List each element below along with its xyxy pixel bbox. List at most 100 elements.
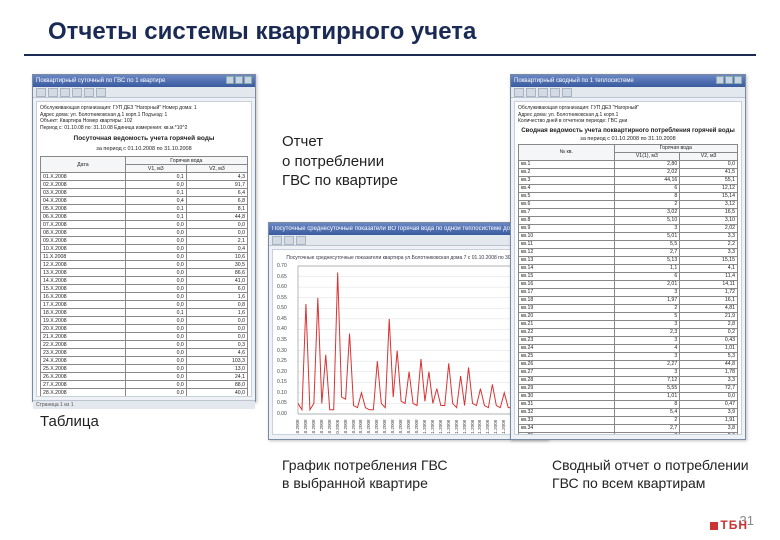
- tool-icon[interactable]: [48, 88, 58, 97]
- table-row: кв.301,010,0: [519, 392, 738, 400]
- table-row: 16.X.20080,01,6: [41, 293, 248, 301]
- table-row: кв.5815,14: [519, 192, 738, 200]
- y-tick-label: 0.30: [277, 348, 287, 354]
- table-row: кв.3532,0: [519, 432, 738, 435]
- window-title: Посуточные среднесуточные показатели ВО …: [272, 226, 525, 232]
- toolbar: [269, 235, 547, 246]
- col-v1: V1, м3: [125, 165, 186, 173]
- tool-icon[interactable]: [538, 88, 548, 97]
- min-icon[interactable]: [226, 76, 234, 84]
- tool-icon[interactable]: [84, 88, 94, 97]
- window-buttons: [225, 76, 252, 86]
- x-tick-label: 03.10.2008: [303, 414, 308, 435]
- x-tick-label: 21.10.2008: [374, 414, 379, 435]
- table-row: кв.1924,81: [519, 304, 738, 312]
- y-tick-label: 0.50: [277, 305, 287, 311]
- table-row: кв.3321,91: [519, 416, 738, 424]
- table-row: 19.X.20080,00,0: [41, 317, 248, 325]
- x-tick-label: 05.10.2008: [311, 414, 316, 435]
- table-row: 17.X.20080,00,8: [41, 301, 248, 309]
- table-row: 02.X.20080,091,7: [41, 181, 248, 189]
- y-tick-label: 0.60: [277, 284, 287, 290]
- toolbar: [511, 87, 745, 98]
- table-row: 13.X.20080,086,6: [41, 269, 248, 277]
- x-tick-label: 27.10.2008: [398, 414, 403, 435]
- max-icon[interactable]: [725, 76, 733, 84]
- col-v2: V2, м3: [186, 165, 247, 173]
- y-tick-label: 0.05: [277, 400, 287, 406]
- table-row: 15.X.20080,06,0: [41, 285, 248, 293]
- summary-table: № кв.Горячая вода V1(1), м3V2, м3 кв.12,…: [518, 144, 738, 436]
- table-row: 28.X.20080,040,0: [41, 389, 248, 397]
- window-apartment-report: Поквартирный суточный по ГВС по 1 кварти…: [32, 74, 256, 402]
- tool-icon[interactable]: [284, 236, 294, 245]
- table-row: кв.181,9716,1: [519, 296, 738, 304]
- tool-icon[interactable]: [72, 88, 82, 97]
- col-v1: V1(1), м3: [614, 152, 680, 160]
- table-row: 09.X.20080,02,1: [41, 237, 248, 245]
- titlebar: Поквартирный суточный по ГВС по 1 кварти…: [33, 75, 255, 87]
- table-row: кв.342,73,8: [519, 424, 738, 432]
- col-date: Дата: [41, 157, 126, 173]
- report-period: за период с 01.10.2008 по 31.10.2008: [40, 146, 248, 152]
- tool-icon[interactable]: [272, 236, 282, 245]
- y-tick-label: 0.15: [277, 379, 287, 385]
- table-row: кв.2535,3: [519, 352, 738, 360]
- window-buttons: [715, 76, 742, 86]
- table-row: 10.X.20080,00,4: [41, 245, 248, 253]
- x-tick-label: 12.11.2008: [462, 414, 467, 435]
- table-row: кв.73,0216,5: [519, 208, 738, 216]
- table-row: кв.162,0114,11: [519, 280, 738, 288]
- table-row: кв.932,02: [519, 224, 738, 232]
- table-row: 08.X.20080,00,0: [41, 229, 248, 237]
- table-row: 07.X.20080,00,0: [41, 221, 248, 229]
- tool-icon[interactable]: [60, 88, 70, 97]
- tool-icon[interactable]: [514, 88, 524, 97]
- min-icon[interactable]: [716, 76, 724, 84]
- annot-report: Отчет о потреблении ГВС по квартире: [282, 132, 398, 191]
- table-row: 12.X.20080,030,5: [41, 261, 248, 269]
- chart-area: 0.000.050.100.150.200.250.300.350.400.45…: [276, 264, 540, 435]
- report-body: Обслуживающая организация: ГУП ДЕЗ "Наго…: [514, 101, 742, 435]
- tool-icon[interactable]: [296, 236, 306, 245]
- table-row: 11.X.20080,010,6: [41, 253, 248, 261]
- x-tick-label: 31.10.2008: [414, 414, 419, 435]
- window-title: Поквартирный суточный по ГВС по 1 кварти…: [36, 78, 165, 84]
- table-row: 22.X.20080,00,3: [41, 341, 248, 349]
- x-tick-label: 07.10.2008: [319, 414, 324, 435]
- table-row: 27.X.20080,088,0: [41, 381, 248, 389]
- table-row: кв.2132,8: [519, 320, 738, 328]
- tool-icon[interactable]: [96, 88, 106, 97]
- table-row: кв.1731,72: [519, 288, 738, 296]
- x-tick-label: 02.11.2008: [422, 414, 427, 435]
- table-row: кв.287,123,3: [519, 376, 738, 384]
- tool-icon[interactable]: [526, 88, 536, 97]
- max-icon[interactable]: [235, 76, 243, 84]
- table-row: кв.325,43,9: [519, 408, 738, 416]
- x-tick-label: 14.11.2008: [470, 414, 475, 435]
- chart-body: Посуточные среднесуточные показатели ква…: [272, 249, 544, 435]
- window-chart: Посуточные среднесуточные показатели ВО …: [268, 222, 548, 440]
- table-row: кв.344,1655,1: [519, 176, 738, 184]
- x-tick-label: 04.11.2008: [430, 414, 435, 435]
- table-row: 03.X.20080,16,4: [41, 189, 248, 197]
- org-line: Количество дней в отчетном периоде: ГВС …: [518, 118, 738, 125]
- x-tick-label: 19.10.2008: [366, 414, 371, 435]
- slide-canvas: Отчет о потреблении ГВС по квартире Табл…: [0, 64, 780, 504]
- window-title: Поквартирный сводный по 1 теплосистеме: [514, 78, 634, 84]
- table-row: кв.4612,12: [519, 184, 738, 192]
- y-tick-label: 0.55: [277, 295, 287, 301]
- report-period: за период с 01.10.2008 по 31.10.2008: [518, 136, 738, 142]
- table-row: 04.X.20080,46,8: [41, 197, 248, 205]
- tool-icon[interactable]: [550, 88, 560, 97]
- statusbar: Страница 1 из 1: [33, 400, 255, 409]
- table-row: кв.20521,9: [519, 312, 738, 320]
- x-tick-label: 18.11.2008: [485, 414, 490, 435]
- tool-icon[interactable]: [36, 88, 46, 97]
- table-row: 24.X.20080,0103,3: [41, 357, 248, 365]
- table-row: кв.623,12: [519, 200, 738, 208]
- consumption-table: ДатаГорячая вода V1, м3V2, м3 01.X.20080…: [40, 156, 248, 397]
- close-icon[interactable]: [734, 76, 742, 84]
- tool-icon[interactable]: [562, 88, 572, 97]
- close-icon[interactable]: [244, 76, 252, 84]
